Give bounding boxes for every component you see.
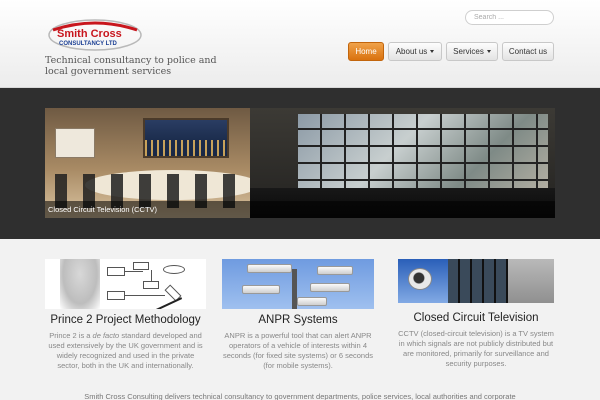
intro-text: Smith Cross Consulting delivers technica… — [84, 392, 516, 400]
flowchart-box — [143, 281, 159, 289]
feature-description: ANPR is a powerful tool that can alert A… — [222, 331, 374, 370]
hero-slide[interactable]: Closed Circuit Television (CCTV) — [45, 108, 555, 218]
nav-services-label: Services — [453, 47, 484, 56]
person-silhouette — [60, 259, 100, 309]
camera-icon — [297, 297, 327, 306]
hero-banner: Closed Circuit Television (CCTV) — [0, 88, 600, 239]
feature-title: ANPR Systems — [258, 314, 338, 326]
flowchart-box — [107, 267, 125, 276]
camera-icon — [317, 266, 353, 275]
presentation-board — [55, 128, 95, 158]
flowchart-box — [107, 291, 125, 300]
feature-title: Closed Circuit Television — [413, 312, 539, 324]
nav-services[interactable]: Services — [446, 42, 498, 61]
flowchart-connector — [125, 295, 165, 296]
dome-camera-icon — [408, 268, 432, 290]
prince2-image[interactable] — [45, 259, 206, 309]
slide-caption: Closed Circuit Television (CCTV) — [45, 201, 555, 218]
feature-anpr: ANPR Systems ANPR is a powerful tool tha… — [222, 259, 374, 371]
logo-wordmark: Smith Cross — [57, 28, 122, 40]
flowchart-box — [133, 262, 149, 270]
site-tagline: Technical consultancy to police and loca… — [45, 55, 217, 77]
flowchart-connector — [125, 271, 143, 272]
feature-description: Prince 2 is a de facto standard develope… — [48, 331, 203, 370]
logo-subtitle: CONSULTANCY LTD — [59, 41, 118, 47]
chevron-down-icon — [430, 50, 435, 54]
anpr-image[interactable] — [222, 259, 374, 309]
wall-camera-background — [508, 259, 554, 303]
nav-about-us-label: About us — [395, 47, 428, 56]
feature-cctv: Closed Circuit Television CCTV (closed-c… — [398, 259, 554, 369]
feature-title: Prince 2 Project Methodology — [50, 314, 201, 326]
city-skyline — [145, 140, 227, 156]
pen-icon — [155, 297, 183, 309]
site-header: Smith Cross CONSULTANCY LTD Technical co… — [0, 0, 600, 88]
chevron-down-icon — [486, 50, 491, 54]
camera-icon — [242, 285, 280, 294]
search-input[interactable] — [465, 10, 554, 25]
flowchart-connector — [151, 270, 152, 281]
monitor-wall — [448, 259, 508, 303]
feature-prince2: Prince 2 Project Methodology Prince 2 is… — [45, 259, 206, 371]
nav-home-label: Home — [355, 47, 377, 56]
nav-home[interactable]: Home — [348, 42, 384, 61]
nav-contact-us[interactable]: Contact us — [502, 42, 554, 61]
camera-icon — [310, 283, 350, 292]
camera-icon — [247, 264, 292, 273]
nav-contact-us-label: Contact us — [508, 47, 548, 56]
monitor-wall — [298, 114, 548, 196]
cctv-image[interactable] — [398, 259, 554, 303]
company-logo[interactable]: Smith Cross CONSULTANCY LTD — [47, 18, 143, 52]
nav-about-us[interactable]: About us — [388, 42, 442, 61]
feature-description: CCTV (closed-circuit television) is a TV… — [398, 329, 554, 368]
flowchart-oval — [163, 265, 185, 274]
